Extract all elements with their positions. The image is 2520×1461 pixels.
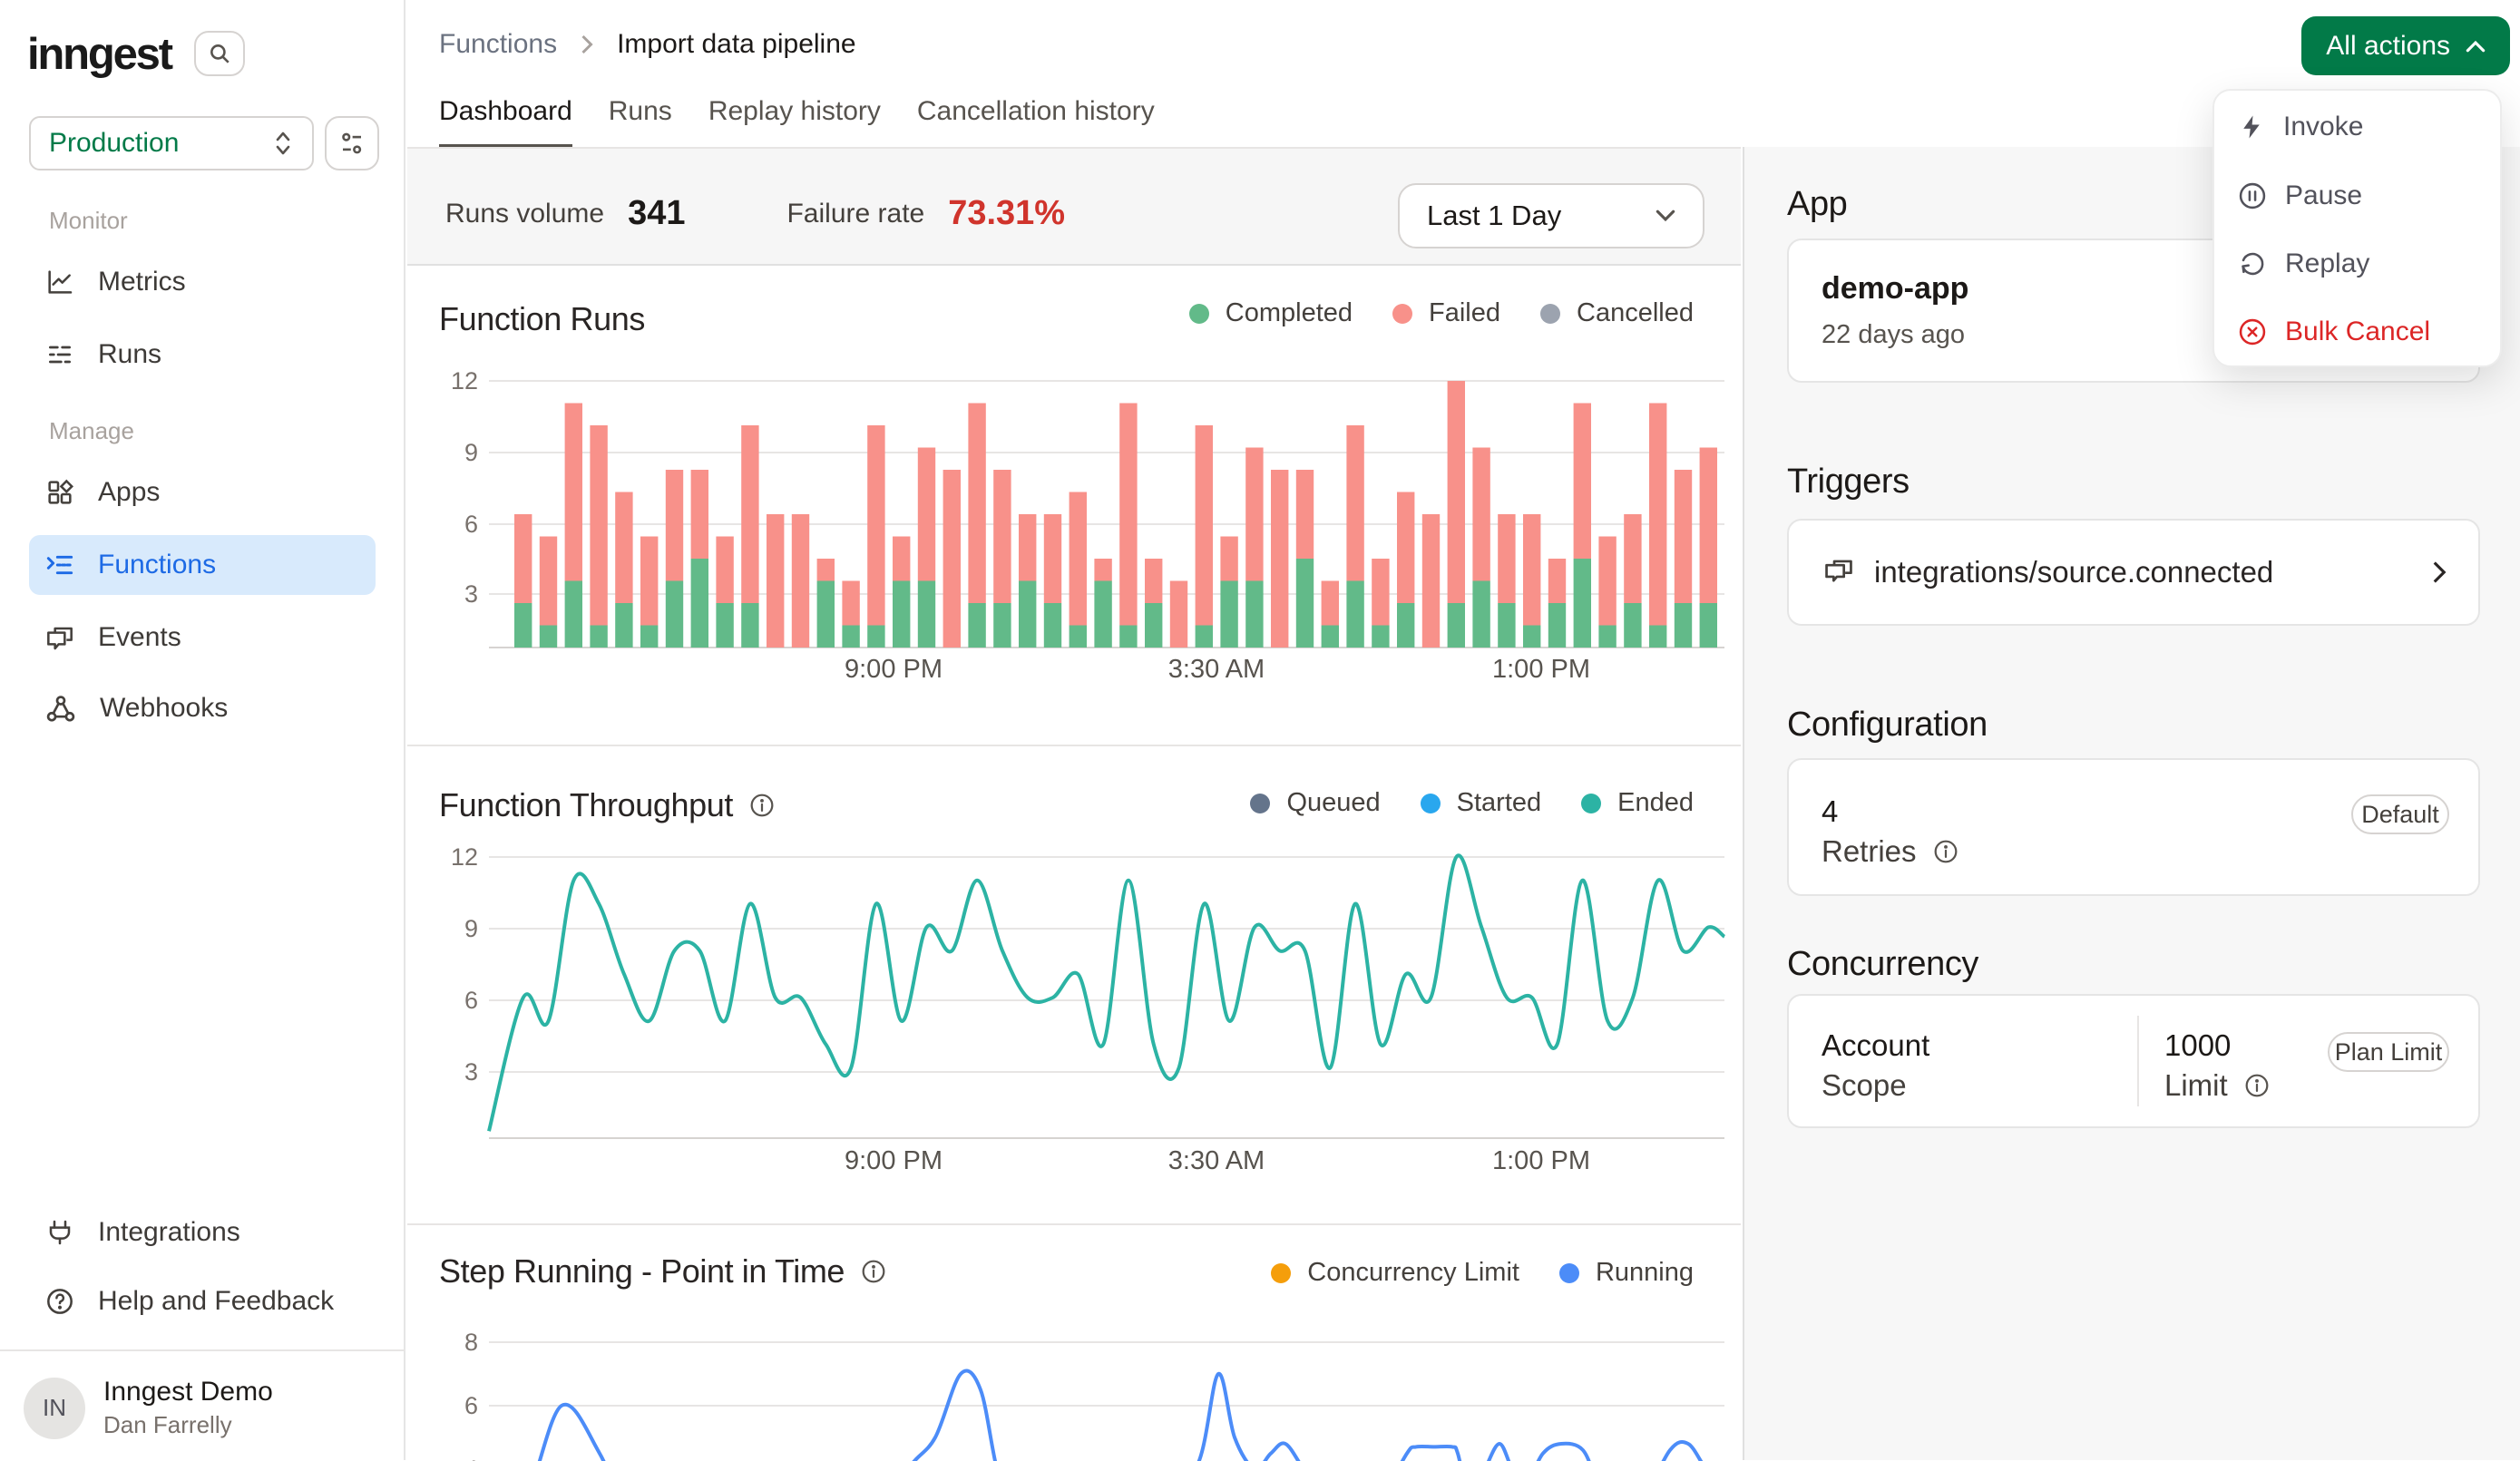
svg-text:1:00 PM: 1:00 PM (1492, 1146, 1590, 1175)
svg-text:4: 4 (464, 1456, 478, 1461)
svg-text:3:30 AM: 3:30 AM (1168, 655, 1265, 684)
svg-text:3: 3 (464, 1058, 478, 1086)
svg-text:6: 6 (464, 987, 478, 1014)
svg-text:9:00 PM: 9:00 PM (845, 1146, 943, 1175)
svg-text:3:30 AM: 3:30 AM (1168, 1146, 1265, 1175)
svg-text:9:00 PM: 9:00 PM (845, 655, 943, 684)
svg-text:6: 6 (464, 511, 478, 538)
svg-text:9: 9 (464, 915, 478, 942)
svg-text:6: 6 (464, 1392, 478, 1419)
svg-text:1:00 PM: 1:00 PM (1492, 655, 1590, 684)
svg-text:12: 12 (451, 843, 478, 871)
svg-text:9: 9 (464, 439, 478, 466)
svg-text:12: 12 (451, 367, 478, 394)
svg-text:8: 8 (464, 1329, 478, 1356)
svg-text:3: 3 (464, 580, 478, 608)
